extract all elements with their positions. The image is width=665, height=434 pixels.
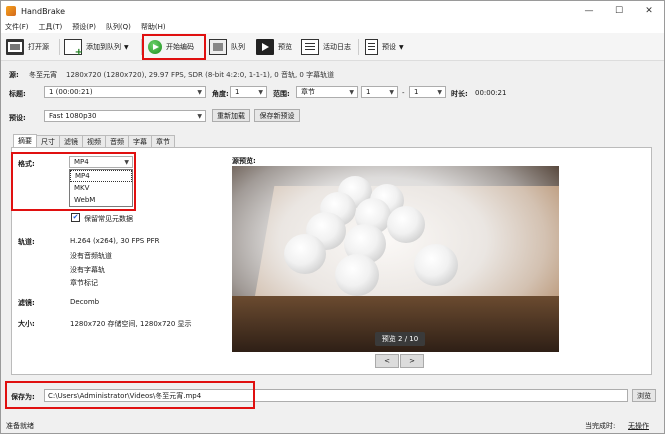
format-option-mkv[interactable]: MKV <box>70 182 132 194</box>
range-dash: - <box>402 89 405 97</box>
save-new-preset-button[interactable]: 保存新预设 <box>254 109 300 122</box>
keep-metadata-checkbox[interactable]: ✔ <box>71 213 80 222</box>
title-select[interactable]: 1 (00:00:21) ▼ <box>44 86 206 98</box>
filters-value: Decomb <box>70 298 100 306</box>
play-icon <box>148 40 162 54</box>
chevron-down-icon: ▼ <box>197 89 202 96</box>
range-type-select[interactable]: 章节 ▼ <box>296 86 358 98</box>
title-bar: HandBrake — ☐ ✕ <box>1 1 664 21</box>
source-label: 源: <box>9 71 19 79</box>
activity-log-button[interactable]: 活动日志 <box>301 37 351 57</box>
tab-dimensions[interactable]: 尺寸 <box>36 135 60 147</box>
tab-chapters[interactable]: 章节 <box>151 135 175 147</box>
track-audio: 没有音频轨道 <box>70 252 112 260</box>
preview-button[interactable]: 预览 <box>256 37 292 57</box>
filters-label: 滤镜: <box>18 299 35 307</box>
menu-tools[interactable]: 工具(T) <box>39 22 63 32</box>
track-video: H.264 (x264), 30 FPS PFR <box>70 237 160 245</box>
angle-label: 角度: <box>212 90 229 98</box>
preview-next-button[interactable]: > <box>400 354 424 368</box>
size-label: 大小: <box>18 320 35 328</box>
add-to-queue-button[interactable]: 添加到队列 ▼ <box>64 37 129 58</box>
window-title: HandBrake <box>21 6 66 16</box>
format-option-mp4[interactable]: MP4 <box>70 170 132 182</box>
menu-help[interactable]: 帮助(H) <box>141 22 166 32</box>
queue-icon <box>209 39 227 55</box>
range-label: 范围: <box>273 90 290 98</box>
add-queue-icon <box>64 39 83 58</box>
chevron-down-icon: ▼ <box>258 89 263 96</box>
keep-metadata-label: 保留常见元数据 <box>84 215 133 223</box>
start-encode-button[interactable]: 开始编码 <box>148 37 194 57</box>
tab-audio[interactable]: 音频 <box>105 135 129 147</box>
menu-queue[interactable]: 队列(Q) <box>106 22 131 32</box>
preview-label: 源预览: <box>232 157 256 165</box>
menu-file[interactable]: 文件(F) <box>5 22 29 32</box>
chevron-down-icon: ▼ <box>124 159 129 166</box>
tab-filters[interactable]: 滤镜 <box>59 135 83 147</box>
presets-icon <box>365 39 378 55</box>
presets-button[interactable]: 预设 ▼ <box>365 37 404 57</box>
format-label: 格式: <box>18 160 35 168</box>
chevron-down-icon: ▼ <box>124 43 129 51</box>
film-icon <box>6 39 24 55</box>
chevron-down-icon: ▼ <box>399 43 404 51</box>
duration-label: 时长: <box>451 90 468 98</box>
preset-label: 预设: <box>9 114 26 122</box>
source-info: 1280x720 (1280x720), 29.97 FPS, SDR (8-b… <box>66 71 335 79</box>
format-select[interactable]: MP4 ▼ <box>69 156 133 168</box>
source-preview-image <box>232 166 559 352</box>
range-end-select[interactable]: 1 ▼ <box>409 86 446 98</box>
tab-summary[interactable]: 摘要 <box>13 134 37 147</box>
reload-button[interactable]: 重新加载 <box>212 109 250 122</box>
log-icon <box>301 39 319 55</box>
tracks-label: 轨道: <box>18 238 35 246</box>
format-dropdown-list: MP4 MKV WebM <box>69 169 133 207</box>
status-bar: 准备就绪 当完成时: 无操作 <box>1 417 664 434</box>
preview-icon <box>256 39 274 55</box>
track-chapters: 章节标记 <box>70 279 98 287</box>
angle-select[interactable]: 1 ▼ <box>230 86 267 98</box>
tab-video[interactable]: 视频 <box>82 135 106 147</box>
chevron-down-icon: ▼ <box>389 89 394 96</box>
track-subtitle: 没有字幕轨 <box>70 266 105 274</box>
preview-counter-badge: 预览 2 / 10 <box>375 332 425 346</box>
preset-select[interactable]: Fast 1080p30 ▼ <box>44 110 206 122</box>
chevron-down-icon: ▼ <box>197 113 202 120</box>
app-window: HandBrake — ☐ ✕ 文件(F) 工具(T) 预设(P) 队列(Q) … <box>0 0 665 434</box>
open-source-button[interactable]: 打开源 <box>6 37 49 57</box>
save-path-input[interactable]: C:\Users\Administrator\Videos\冬至元宵.mp4 <box>44 389 628 402</box>
queue-button[interactable]: 队列 <box>209 37 245 57</box>
settings-tabs: 摘要 尺寸 滤镜 视频 音频 字幕 章节 <box>13 134 175 147</box>
when-done-label: 当完成时: <box>585 421 616 430</box>
title-label: 标题: <box>9 90 26 98</box>
toolbar: 打开源 添加到队列 ▼ 开始编码 队列 预览 活动日志 预设 ▼ <box>1 33 664 61</box>
size-value: 1280x720 存储空间, 1280x720 显示 <box>70 320 192 328</box>
menu-bar: 文件(F) 工具(T) 预设(P) 队列(Q) 帮助(H) <box>1 21 664 33</box>
menu-presets[interactable]: 预设(P) <box>72 22 96 32</box>
maximize-button[interactable]: ☐ <box>604 1 634 21</box>
source-name: 冬至元宵 <box>29 71 57 79</box>
duration-value: 00:00:21 <box>475 89 507 97</box>
tab-subtitles[interactable]: 字幕 <box>128 135 152 147</box>
status-text: 准备就绪 <box>6 421 34 430</box>
close-button[interactable]: ✕ <box>634 1 664 21</box>
format-option-webm[interactable]: WebM <box>70 194 132 206</box>
range-start-select[interactable]: 1 ▼ <box>361 86 398 98</box>
browse-button[interactable]: 浏览 <box>632 389 656 402</box>
minimize-button[interactable]: — <box>574 1 604 21</box>
save-as-label: 保存为: <box>11 393 35 401</box>
chevron-down-icon: ▼ <box>349 89 354 96</box>
chevron-down-icon: ▼ <box>437 89 442 96</box>
when-done-select[interactable]: 无操作 <box>628 421 649 431</box>
handbrake-logo-icon <box>6 6 16 16</box>
preview-prev-button[interactable]: < <box>375 354 399 368</box>
